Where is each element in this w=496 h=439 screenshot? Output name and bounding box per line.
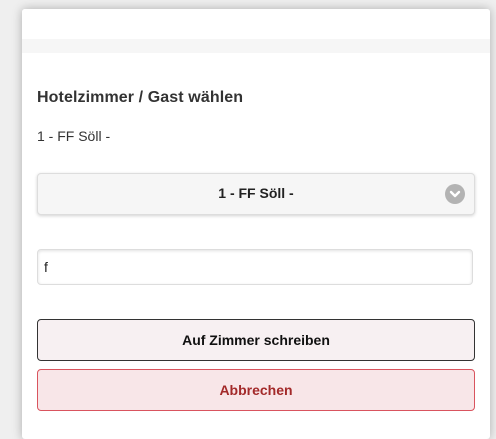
guest-search-input[interactable] (37, 249, 473, 285)
dialog-header-strip (22, 39, 490, 53)
room-guest-dialog: Hotelzimmer / Gast wählen 1 - FF Söll - … (22, 9, 490, 439)
room-select-value: 1 - FF Söll - (218, 185, 294, 201)
room-select[interactable]: 1 - FF Söll - (37, 173, 475, 215)
dialog-title: Hotelzimmer / Gast wählen (37, 89, 244, 106)
current-room-label: 1 - FF Söll - (37, 128, 111, 144)
cancel-button[interactable]: Abbrechen (37, 369, 475, 411)
dialog-header (22, 9, 490, 39)
write-to-room-button[interactable]: Auf Zimmer schreiben (37, 319, 475, 361)
chevron-down-icon (445, 184, 465, 204)
